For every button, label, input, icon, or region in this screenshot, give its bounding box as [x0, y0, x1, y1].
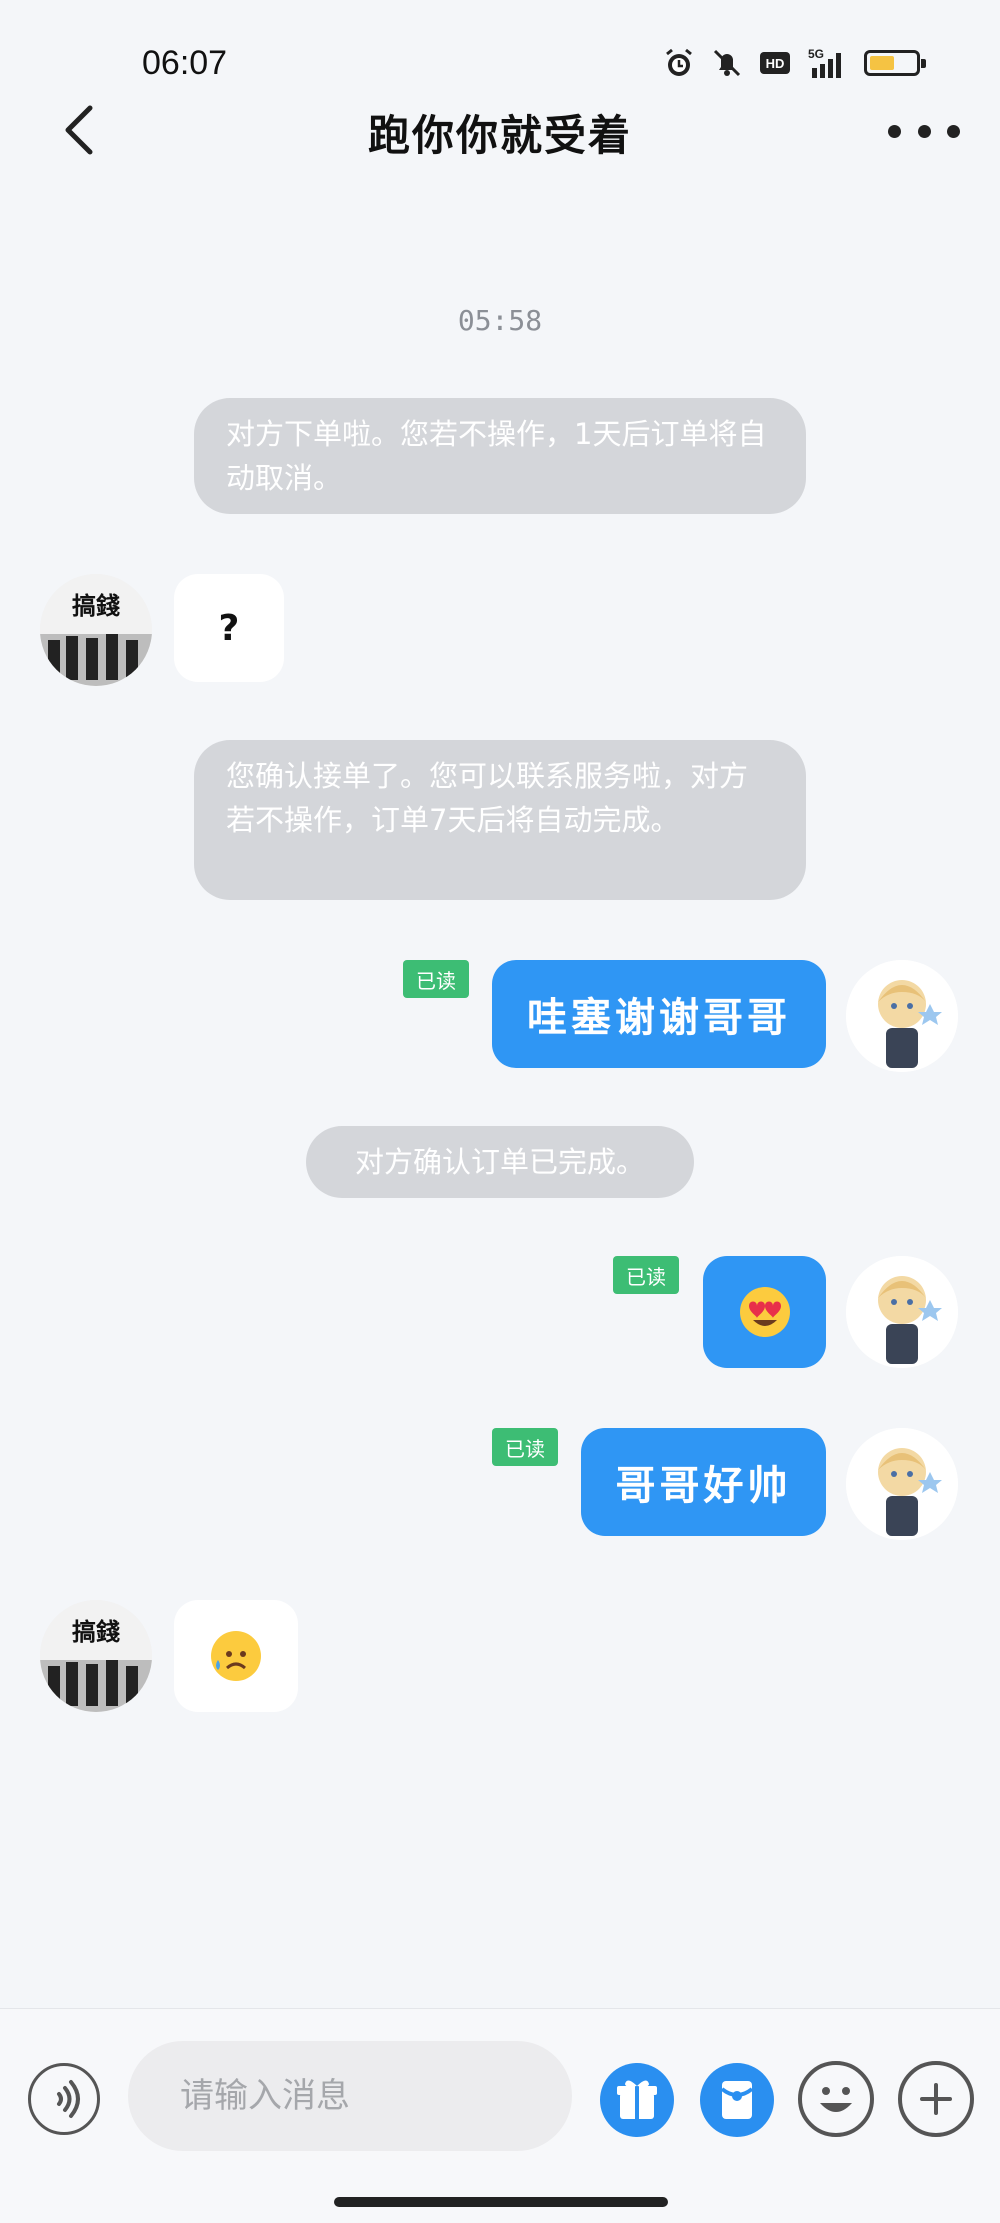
plus-button[interactable] — [898, 2061, 974, 2137]
avatar-image — [846, 960, 958, 1072]
avatar[interactable] — [846, 960, 958, 1072]
message-bubble[interactable] — [703, 1256, 826, 1368]
hd-label: HD — [766, 56, 785, 71]
system-message: 对方确认订单已完成。 — [306, 1126, 694, 1198]
hd-icon: HD — [760, 52, 790, 74]
red-packet-icon — [720, 2081, 754, 2119]
avatar-image: 搞錢 — [40, 1600, 152, 1712]
message-bubble[interactable] — [174, 1600, 298, 1712]
system-message: 对方下单啦。您若不操作，1天后订单将自动取消。 — [194, 398, 806, 514]
avatar[interactable]: 搞錢 — [40, 574, 152, 686]
voice-icon — [57, 2080, 80, 2118]
more-button[interactable] — [888, 104, 960, 158]
avatar[interactable]: 搞錢 — [40, 1600, 152, 1712]
plus-icon — [920, 2083, 952, 2115]
message-bubble[interactable]: ? — [174, 574, 284, 682]
mute-bell-icon — [713, 49, 741, 77]
system-message: 您确认接单了。您可以联系服务啦，对方若不操作，订单7天后将自动完成。 — [194, 740, 806, 900]
message-bubble[interactable]: 哥哥好帅 — [581, 1428, 826, 1536]
avatar-image: 搞錢 — [40, 574, 152, 686]
page-title: 跑你你就受着 — [367, 111, 632, 160]
home-indicator[interactable] — [334, 2197, 668, 2207]
avatar[interactable] — [846, 1256, 958, 1368]
sad-sweat-face-icon — [211, 1631, 261, 1681]
avatar[interactable] — [846, 1428, 958, 1540]
avatar-image — [846, 1256, 958, 1368]
read-tag: 已读 — [403, 960, 469, 998]
message-input[interactable] — [128, 2041, 572, 2151]
gift-icon — [617, 2080, 657, 2119]
message-bubble[interactable]: 哇塞谢谢哥哥 — [492, 960, 826, 1068]
status-time: 06:07 — [142, 44, 228, 82]
emoji-button[interactable] — [798, 2061, 874, 2137]
battery-icon — [864, 50, 926, 76]
chat-header: 跑你你就受着 — [0, 90, 1000, 180]
network-label: 5G — [808, 47, 824, 61]
status-icons: HD 5G — [662, 46, 926, 80]
heart-eyes-face-icon — [739, 1287, 790, 1337]
message-text: ? — [218, 607, 240, 649]
avatar-label: 搞錢 — [72, 592, 120, 620]
emoji-icon — [820, 2087, 852, 2112]
read-tag: 已读 — [613, 1256, 679, 1294]
message-text: 哇塞谢谢哥哥 — [527, 995, 791, 1041]
voice-button[interactable] — [28, 2063, 100, 2135]
alarm-icon — [666, 48, 692, 76]
read-tag: 已读 — [492, 1428, 558, 1466]
red-packet-button[interactable] — [700, 2063, 774, 2137]
gift-button[interactable] — [600, 2063, 674, 2137]
signal-5g-icon: 5G — [808, 47, 841, 78]
input-bar — [0, 2008, 1000, 2223]
avatar-image — [846, 1428, 958, 1540]
message-text: 哥哥好帅 — [615, 1463, 792, 1509]
avatar-label: 搞錢 — [72, 1618, 120, 1646]
chat-timestamp: 05:58 — [457, 304, 543, 337]
more-dots-icon — [888, 124, 901, 138]
